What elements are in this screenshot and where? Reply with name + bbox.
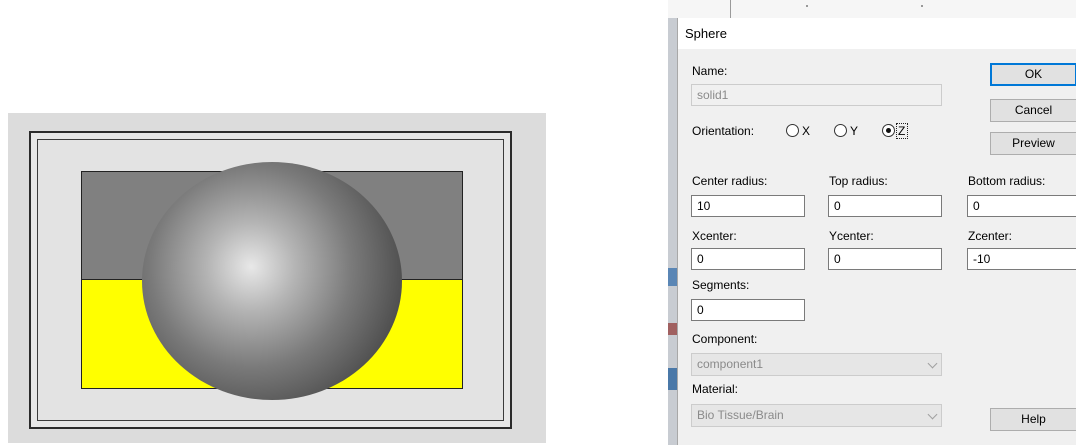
segments-label: Segments:	[692, 278, 750, 292]
name-field[interactable]: solid1	[691, 84, 942, 106]
sphere-dialog: Sphere Name: solid1 OK Cancel Preview Or…	[677, 18, 1076, 445]
preview-button[interactable]: Preview	[990, 132, 1076, 155]
background-window-strip	[668, 0, 1076, 19]
zcenter-input[interactable]: -10	[967, 248, 1076, 270]
cancel-button[interactable]: Cancel	[990, 99, 1076, 122]
xcenter-input[interactable]: 0	[691, 248, 805, 270]
xcenter-label: Xcenter:	[692, 229, 737, 243]
top-radius-input[interactable]: 0	[828, 195, 942, 217]
bottom-radius-label: Bottom radius:	[968, 174, 1046, 188]
orientation-y-label: Y	[850, 124, 859, 138]
top-radius-label: Top radius:	[829, 174, 888, 188]
help-button[interactable]: Help	[990, 408, 1076, 431]
bottom-radius-input[interactable]: 0	[967, 195, 1076, 217]
material-label: Material:	[692, 382, 739, 396]
zcenter-label: Zcenter:	[968, 229, 1013, 243]
chevron-down-icon	[927, 409, 938, 420]
model-viewport[interactable]	[8, 113, 546, 443]
orientation-label: Orientation:	[692, 124, 755, 138]
material-value: Bio Tissue/Brain	[697, 408, 784, 422]
orientation-x-radio[interactable]	[786, 124, 799, 137]
focus-indicator	[896, 123, 908, 139]
ycenter-label: Ycenter:	[829, 229, 874, 243]
center-radius-label: Center radius:	[692, 174, 768, 188]
segments-input[interactable]: 0	[691, 299, 805, 321]
center-radius-input[interactable]: 10	[691, 195, 805, 217]
sphere-solid	[142, 162, 402, 400]
orientation-y-radio[interactable]	[834, 124, 847, 137]
chevron-down-icon	[927, 358, 938, 369]
orientation-x-label: X	[802, 124, 811, 138]
dialog-title: Sphere	[685, 26, 727, 41]
ok-button[interactable]: OK	[990, 63, 1076, 86]
component-value: component1	[697, 357, 764, 371]
orientation-z-radio[interactable]	[882, 124, 895, 137]
material-select[interactable]: Bio Tissue/Brain	[691, 404, 942, 427]
dialog-titlebar[interactable]: Sphere	[678, 18, 1076, 49]
component-label: Component:	[692, 332, 758, 346]
name-label: Name:	[692, 64, 728, 78]
ycenter-input[interactable]: 0	[828, 248, 942, 270]
component-select[interactable]: component1	[691, 353, 942, 376]
